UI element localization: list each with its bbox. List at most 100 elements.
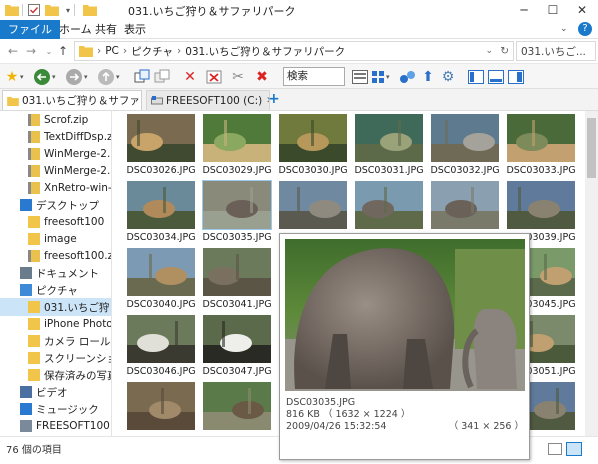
thumbnail-image[interactable] (202, 180, 272, 230)
thumbnail-image[interactable] (355, 181, 423, 229)
sidebar-item[interactable]: freesoft100 (0, 213, 111, 231)
sidebar-item[interactable]: ミュージック (0, 400, 111, 418)
favorites-dropdown-icon[interactable]: ▾ (20, 73, 24, 81)
preview-size: 816 KB (286, 409, 320, 420)
forward-dropdown-icon[interactable]: ▾ (84, 73, 88, 81)
breadcrumb-folder[interactable]: 031.いちご狩り＆サファリパーク (185, 44, 345, 59)
sidebar-item-label: カメラ ロール (44, 335, 111, 348)
up-dropdown-icon[interactable]: ▾ (116, 73, 120, 81)
thumbnail-image[interactable] (203, 248, 271, 296)
sidebar-item[interactable]: iPhone Photo (0, 315, 111, 333)
sidebar-item[interactable]: FREESOFT100 (C: (0, 417, 111, 435)
thumbnails-view-icon[interactable] (566, 442, 582, 456)
thumbnail-image[interactable] (507, 181, 575, 229)
back-arrow-icon[interactable]: ← (4, 42, 22, 60)
preview-info: DSC03035.JPG 816 KB （ 1632 × 1224 ） 2009… (286, 397, 526, 433)
folder-icon (28, 369, 40, 381)
thumbnail-image[interactable] (431, 181, 499, 229)
new-folder-icon[interactable] (44, 2, 60, 18)
thumbnail-image[interactable] (203, 315, 271, 363)
pane-right-icon[interactable] (506, 67, 526, 87)
folder-tab-drive[interactable]: FREESOFT100 (C:) ✕ (146, 90, 270, 110)
favorites-star-icon[interactable]: ★ (2, 67, 22, 87)
pane-left-icon[interactable] (466, 67, 486, 87)
remove-icon[interactable]: ✖ (252, 67, 272, 87)
breadcrumb-pc[interactable]: PC (105, 45, 119, 57)
minimize-button[interactable]: ─ (510, 0, 538, 20)
close-button[interactable]: ✕ (568, 0, 596, 20)
delete-window-icon[interactable] (204, 67, 224, 87)
forward-arrow-icon[interactable]: → (22, 42, 40, 60)
sidebar-item[interactable]: XnRetro-win-x (0, 179, 111, 197)
drive-icon (151, 95, 163, 104)
details-view-icon[interactable] (548, 443, 562, 455)
preview-dimensions: （ 1632 × 1224 ） (322, 409, 411, 420)
sidebar-item[interactable]: 保存済みの写真 (0, 366, 111, 384)
thumbnail-image[interactable] (507, 114, 575, 162)
thumbnail-image[interactable] (127, 181, 195, 229)
folder-icon (7, 96, 19, 106)
folder-icon (28, 318, 40, 330)
delete-icon[interactable]: ✕ (180, 67, 200, 87)
sidebar-item[interactable]: WinMerge-2.14 (0, 162, 111, 180)
thumbnail-image[interactable] (127, 248, 195, 296)
thumbnail-image[interactable] (355, 114, 423, 162)
copy-to-icon[interactable] (132, 67, 152, 87)
pane-bottom-icon[interactable] (486, 67, 506, 87)
sidebar-item[interactable]: 031.いちご狩り＆ (0, 298, 111, 316)
navigate-back-icon[interactable] (32, 67, 52, 87)
thumbnail-image[interactable] (127, 114, 195, 162)
sidebar-item[interactable]: WinMerge-2.14 (0, 145, 111, 163)
folder-icon (4, 2, 20, 18)
back-dropdown-icon[interactable]: ▾ (52, 73, 56, 81)
tab-view[interactable]: 表示 (115, 20, 155, 39)
sidebar-item[interactable]: カメラ ロール (0, 332, 111, 350)
thumbnail-image[interactable] (203, 114, 271, 162)
search-input[interactable]: 031.いちご... (516, 41, 596, 61)
sidebar-item[interactable]: ピクチャ (0, 281, 111, 299)
thumbnail-image[interactable] (127, 315, 195, 363)
layout-dropdown-icon[interactable]: ▾ (386, 73, 390, 81)
address-dropdown-icon[interactable]: ⌄ (485, 46, 493, 56)
thumbnail-image[interactable] (279, 114, 347, 162)
upload-arrow-icon[interactable]: ⬆ (418, 67, 438, 87)
navigate-up-icon[interactable] (96, 67, 116, 87)
sidebar-item[interactable]: ビデオ (0, 383, 111, 401)
add-tab-button[interactable]: + (268, 91, 280, 107)
video-icon (20, 386, 32, 398)
sidebar-item[interactable]: スクリーンショット (0, 349, 111, 367)
sidebar-item[interactable]: image (0, 230, 111, 248)
sidebar-item[interactable]: ドキュメント (0, 264, 111, 282)
link-icon[interactable] (398, 67, 418, 87)
ribbon-expand-icon[interactable]: ⌄ (560, 24, 568, 34)
thumbnail-image[interactable] (127, 382, 195, 430)
folder-tab-active[interactable]: 031.いちご狩り＆サファリパーク (2, 90, 142, 110)
sidebar-item[interactable]: Scrof.zip (0, 111, 111, 129)
properties-check-icon[interactable] (26, 2, 42, 18)
refresh-icon[interactable]: ↻ (500, 45, 509, 57)
settings-gear-icon[interactable]: ⚙ (438, 67, 458, 87)
sidebar-item[interactable]: TextDiffDsp.zip (0, 128, 111, 146)
help-button[interactable]: ? (578, 22, 592, 36)
breadcrumb-pictures[interactable]: ピクチャ (131, 44, 173, 59)
navigate-forward-icon[interactable] (64, 67, 84, 87)
sidebar-item[interactable]: freesoft100.zip (0, 247, 111, 265)
sidebar-item[interactable]: デスクトップ (0, 196, 111, 214)
thumbnail-image[interactable] (203, 382, 271, 430)
folder-icon (28, 352, 40, 364)
maximize-button[interactable]: ☐ (539, 0, 567, 20)
cut-icon[interactable]: ✂ (228, 67, 248, 87)
move-to-icon[interactable] (152, 67, 172, 87)
filter-input[interactable]: 検索 (283, 67, 345, 86)
view-mode-icon[interactable] (350, 67, 370, 87)
thumbnail-image[interactable] (431, 114, 499, 162)
thumbnail-image[interactable] (279, 181, 347, 229)
layout-grid-icon[interactable] (368, 67, 388, 87)
breadcrumb-separator-icon: › (97, 45, 102, 57)
scrollbar-thumb[interactable] (587, 118, 596, 178)
up-arrow-icon[interactable]: ↑ (54, 42, 72, 60)
sidebar-item-label: Scrof.zip (44, 114, 89, 126)
address-bar[interactable]: › PC › ピクチャ › 031.いちご狩り＆サファリパーク ⌄ ↻ (74, 41, 514, 61)
zip-icon (28, 131, 40, 143)
folder-icon (28, 301, 40, 313)
